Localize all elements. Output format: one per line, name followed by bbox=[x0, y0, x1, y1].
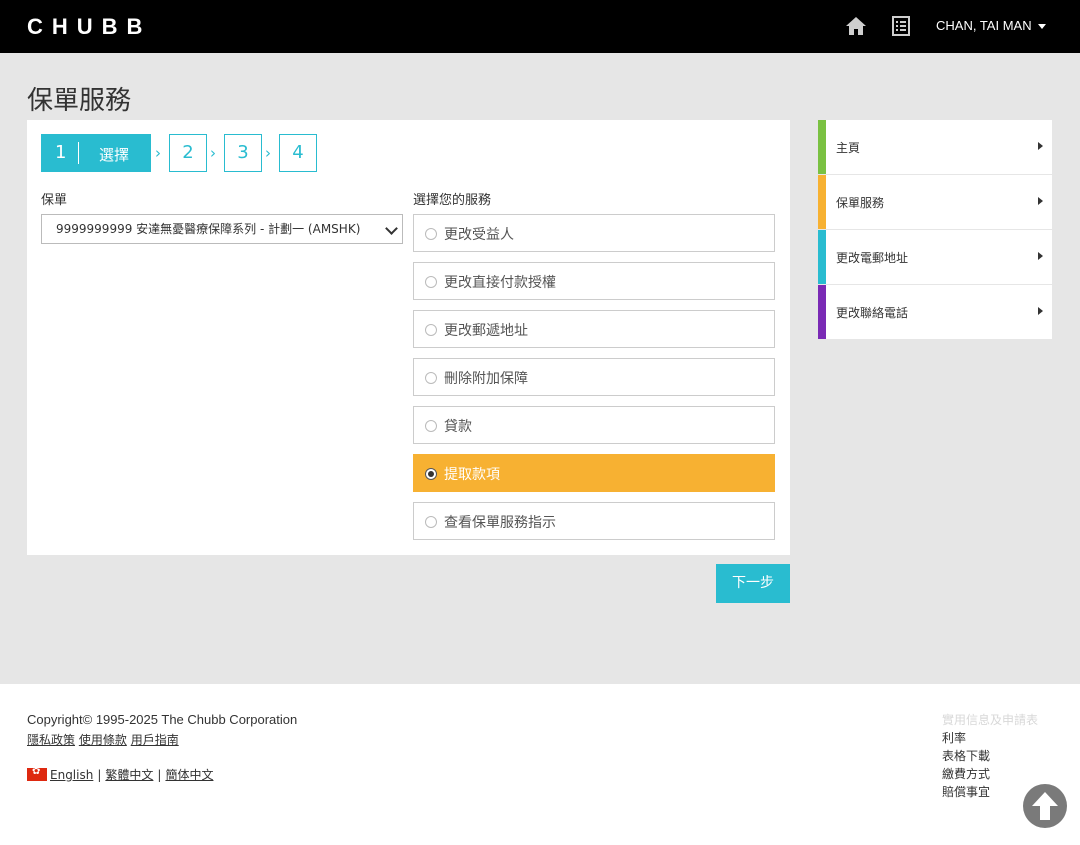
interest-rate-link[interactable]: 利率 bbox=[942, 729, 1038, 747]
radio-button[interactable] bbox=[425, 324, 437, 336]
terms-of-use-link[interactable]: 使用條款 bbox=[79, 733, 127, 747]
side-nav-label: 更改電郵地址 bbox=[836, 251, 909, 265]
radio-button[interactable] bbox=[425, 228, 437, 240]
svg-text:CHUBB: CHUBB bbox=[27, 16, 151, 36]
service-form-card: 1 選擇 › 2 › 3 › 4 保單 9999999999 安達無憂醫療保障系… bbox=[27, 120, 790, 555]
service-option[interactable]: 貸款 bbox=[413, 406, 775, 444]
step-label: 選擇 bbox=[99, 146, 130, 164]
document-list-icon[interactable] bbox=[891, 15, 911, 37]
caret-down-icon bbox=[1037, 24, 1046, 30]
privacy-policy-link[interactable]: 隱私政策 bbox=[27, 733, 75, 747]
chevron-right-icon: › bbox=[155, 144, 161, 162]
lang-traditional-chinese-link[interactable]: 繁體中文 bbox=[105, 768, 153, 782]
accent-bar bbox=[818, 120, 826, 174]
caret-right-icon bbox=[1038, 307, 1043, 315]
policy-select-value: 9999999999 安達無憂醫療保障系列 - 計劃一 (AMSHK) bbox=[56, 222, 361, 236]
radio-button[interactable] bbox=[425, 276, 437, 288]
service-option-selected[interactable]: 提取款項 bbox=[413, 454, 775, 492]
side-nav-label: 主頁 bbox=[836, 141, 861, 155]
service-option[interactable]: 刪除附加保障 bbox=[413, 358, 775, 396]
service-option-label: 查看保單服務指示 bbox=[444, 515, 556, 531]
user-menu[interactable]: CHAN, TAI MAN bbox=[936, 18, 1046, 36]
service-option[interactable]: 查看保單服務指示 bbox=[413, 502, 775, 540]
next-button[interactable]: 下一步 bbox=[716, 564, 790, 603]
useful-info-link[interactable]: 實用信息及申請表 bbox=[942, 711, 1038, 729]
step-number: 1 bbox=[55, 142, 67, 163]
radio-button[interactable] bbox=[425, 372, 437, 384]
side-nav: 主頁 保單服務 更改電郵地址 更改聯絡電話 bbox=[818, 120, 1052, 340]
chevron-down-icon bbox=[385, 222, 398, 235]
main-content: 保單服務 1 選擇 › 2 › 3 › 4 保單 9999999999 安達無憂… bbox=[0, 53, 1080, 684]
chevron-right-icon: › bbox=[265, 144, 271, 162]
service-option-label: 刪除附加保障 bbox=[444, 371, 528, 387]
home-icon[interactable] bbox=[845, 15, 867, 37]
caret-right-icon bbox=[1038, 252, 1043, 260]
top-header: CHUBB CHAN, TAI MAN bbox=[0, 0, 1080, 53]
footer-links: 隱私政策 使用條款 用戶指南 bbox=[27, 731, 179, 748]
caret-right-icon bbox=[1038, 197, 1043, 205]
payment-method-link[interactable]: 繳費方式 bbox=[942, 765, 1038, 783]
divider: | bbox=[157, 768, 162, 782]
side-nav-item-policy-service[interactable]: 保單服務 bbox=[818, 175, 1052, 229]
service-option[interactable]: 更改受益人 bbox=[413, 214, 775, 252]
policy-select[interactable]: 9999999999 安達無憂醫療保障系列 - 計劃一 (AMSHK) bbox=[41, 214, 403, 244]
chubb-logo[interactable]: CHUBB bbox=[27, 16, 189, 36]
service-option-label: 貸款 bbox=[444, 419, 472, 435]
divider: | bbox=[97, 768, 102, 782]
step-1-active: 1 選擇 bbox=[41, 134, 151, 172]
step-4: 4 bbox=[279, 134, 317, 172]
service-option-label: 更改直接付款授權 bbox=[444, 275, 556, 291]
user-name: CHAN, TAI MAN bbox=[936, 18, 1032, 33]
side-nav-item-change-phone[interactable]: 更改聯絡電話 bbox=[818, 285, 1052, 339]
caret-right-icon bbox=[1038, 142, 1043, 150]
lang-simplified-chinese-link[interactable]: 簡体中文 bbox=[165, 768, 213, 782]
step-2: 2 bbox=[169, 134, 207, 172]
service-option-label: 更改受益人 bbox=[444, 227, 514, 243]
copyright-text: Copyright© 1995-2025 The Chubb Corporati… bbox=[27, 712, 298, 727]
side-nav-label: 保單服務 bbox=[836, 196, 885, 210]
accent-bar bbox=[818, 285, 826, 339]
service-option[interactable]: 更改郵遞地址 bbox=[413, 310, 775, 348]
language-switcher: English|繁體中文|簡体中文 bbox=[27, 766, 213, 783]
service-label: 選擇您的服務 bbox=[413, 193, 492, 208]
service-option[interactable]: 更改直接付款授權 bbox=[413, 262, 775, 300]
chevron-right-icon: › bbox=[210, 144, 216, 162]
page-title: 保單服務 bbox=[27, 86, 132, 116]
service-option-label: 更改郵遞地址 bbox=[444, 323, 528, 339]
service-option-label: 提取款項 bbox=[444, 467, 500, 483]
step-divider bbox=[78, 142, 79, 164]
accent-bar bbox=[818, 175, 826, 229]
radio-button-checked[interactable] bbox=[425, 468, 437, 480]
form-download-link[interactable]: 表格下載 bbox=[942, 747, 1038, 765]
side-nav-item-change-email[interactable]: 更改電郵地址 bbox=[818, 230, 1052, 284]
policy-label: 保單 bbox=[41, 193, 68, 208]
arrow-up-icon bbox=[1032, 792, 1058, 820]
side-nav-item-home[interactable]: 主頁 bbox=[818, 120, 1052, 174]
back-to-top-button[interactable] bbox=[1023, 784, 1067, 828]
accent-bar bbox=[818, 230, 826, 284]
radio-button[interactable] bbox=[425, 516, 437, 528]
lang-english-link[interactable]: English bbox=[50, 768, 93, 782]
step-3: 3 bbox=[224, 134, 262, 172]
radio-button[interactable] bbox=[425, 420, 437, 432]
hk-flag-icon bbox=[27, 766, 47, 781]
side-nav-label: 更改聯絡電話 bbox=[836, 306, 909, 320]
user-guide-link[interactable]: 用戶指南 bbox=[131, 733, 179, 747]
